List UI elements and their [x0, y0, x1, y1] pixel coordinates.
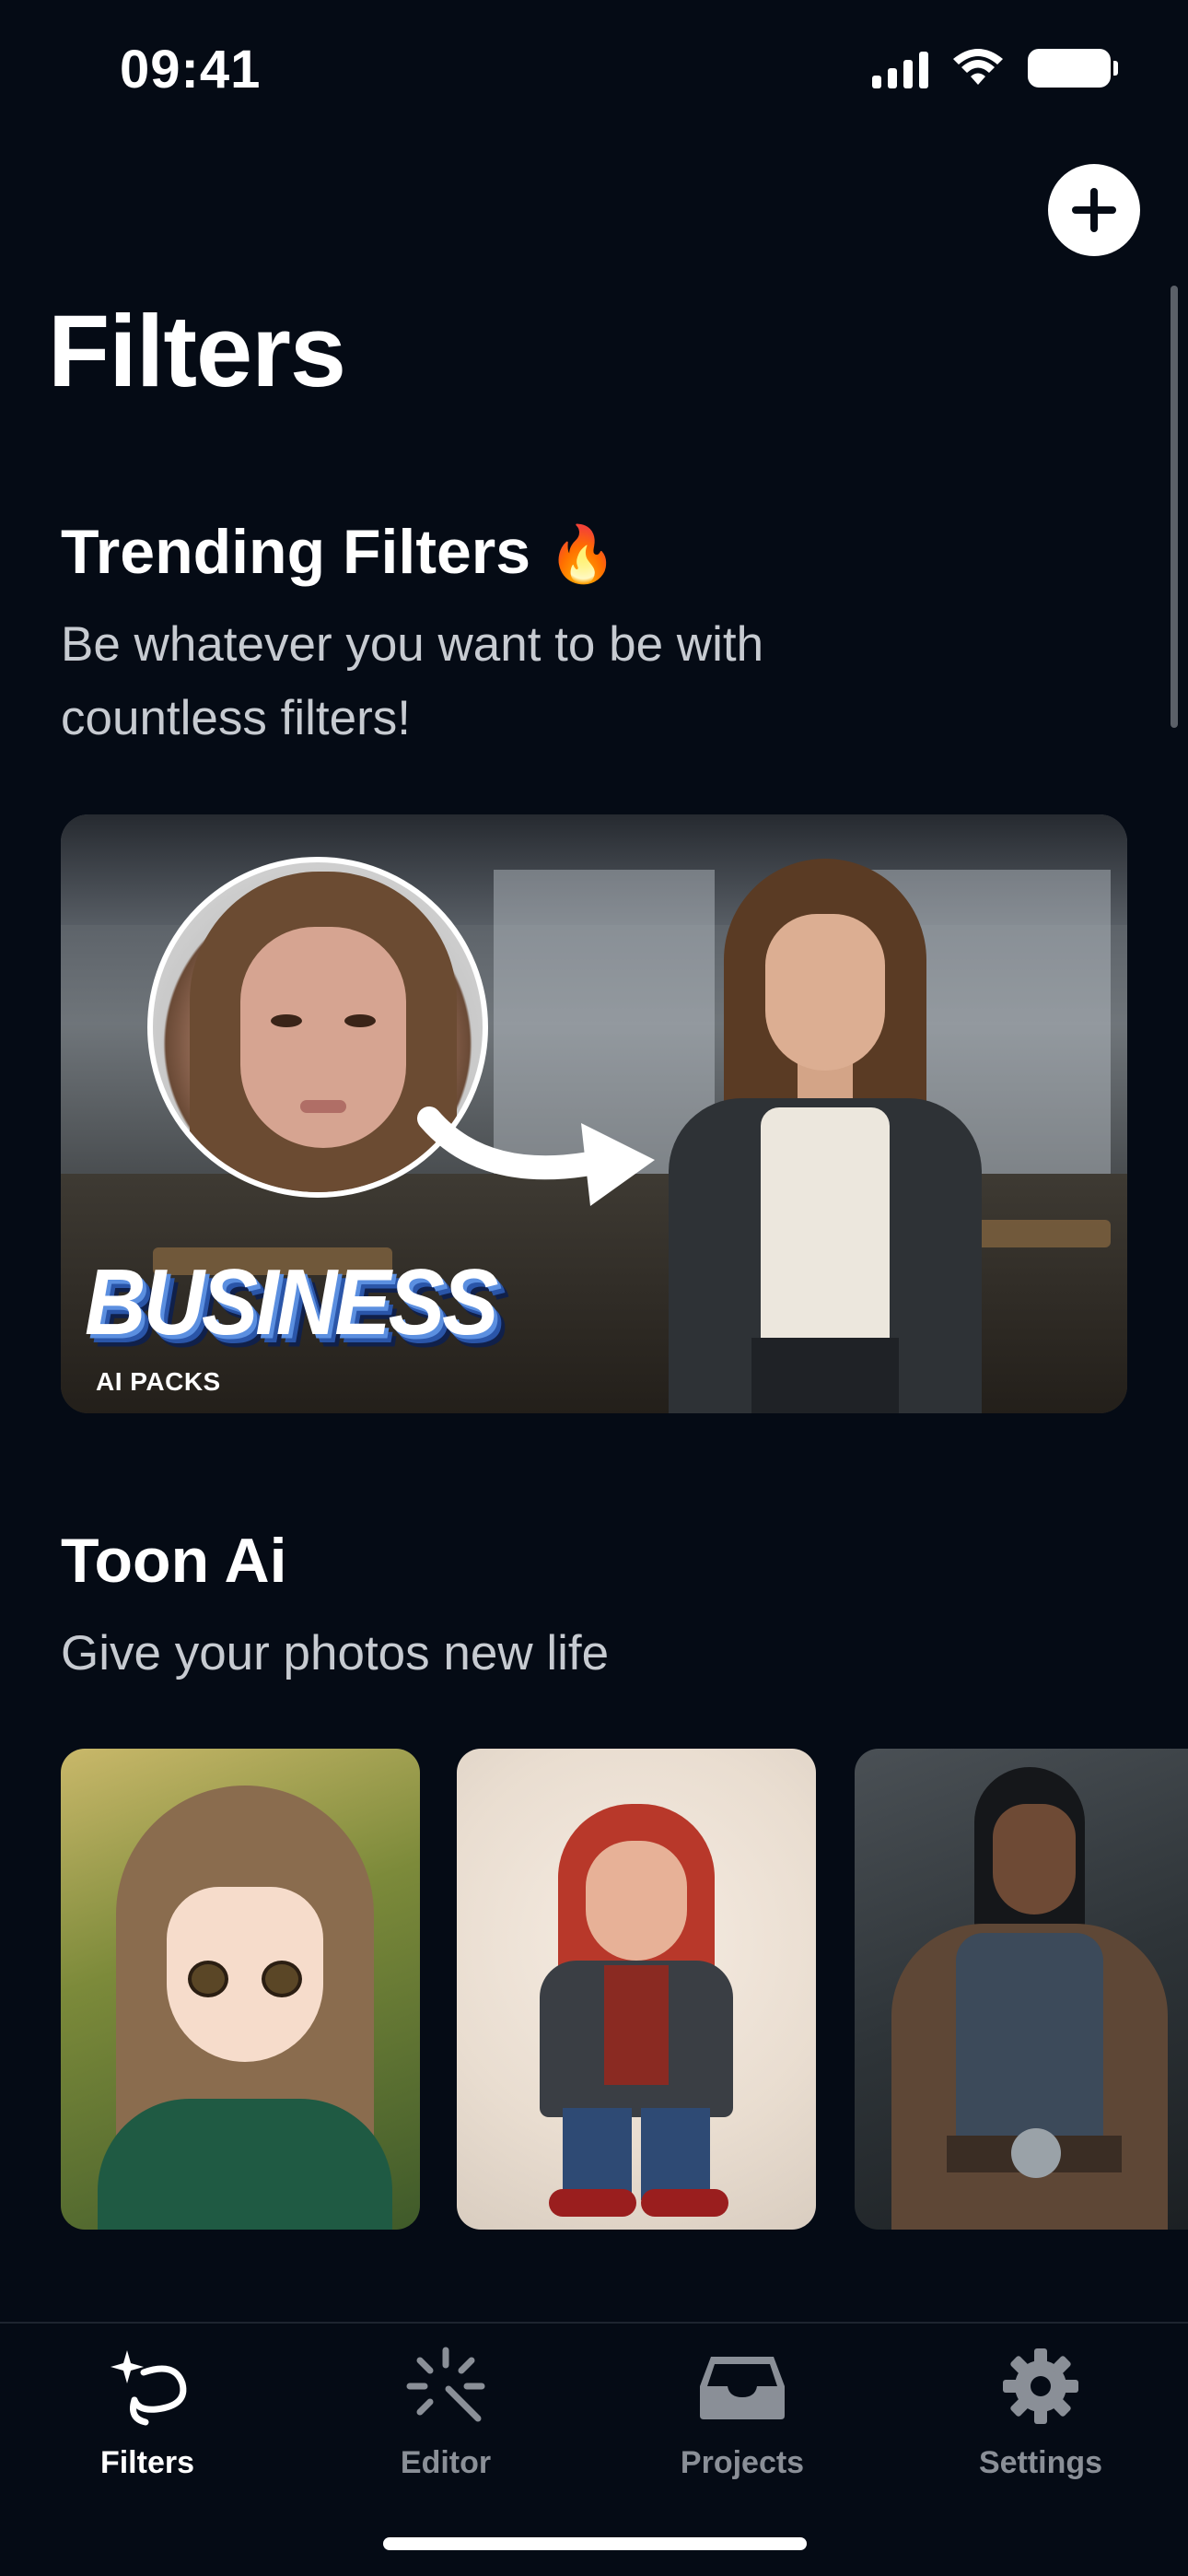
- filters-screen: 09:41 Filters Trending Filters 🔥 Be what…: [0, 0, 1188, 2576]
- after-photo-business-woman: [659, 859, 991, 1413]
- status-icons: [872, 48, 1118, 88]
- tab-settings-label: Settings: [978, 2445, 1103, 2480]
- status-time: 09:41: [120, 40, 262, 100]
- ai-packs-label: AI PACKS: [96, 1367, 221, 1396]
- toon-card-anime[interactable]: [61, 1749, 420, 2230]
- tab-projects-label: Projects: [680, 2445, 805, 2480]
- tab-editor[interactable]: Editor: [344, 2340, 547, 2481]
- add-button[interactable]: [1048, 164, 1140, 256]
- toon-section-title: Toon Ai: [61, 1526, 287, 1596]
- toon-section-subtitle: Give your photos new life: [61, 1626, 610, 1680]
- gear-icon: [1003, 2348, 1078, 2424]
- tab-filters-label: Filters: [99, 2445, 195, 2480]
- tab-filters[interactable]: Filters: [46, 2340, 249, 2481]
- business-logo-text: BUSINESS: [85, 1250, 498, 1355]
- trending-section-title: Trending Filters 🔥: [61, 516, 617, 588]
- trending-subtitle-line2: countless filters!: [61, 691, 411, 745]
- trending-subtitle-line1: Be whatever you want to be with: [61, 617, 764, 672]
- sparkle-lasso-icon: [111, 2350, 187, 2426]
- wifi-icon: [953, 49, 1003, 85]
- business-ai-pack-banner[interactable]: BUSINESS AI PACKS: [61, 814, 1127, 1413]
- toon-card-3d-figure[interactable]: [457, 1749, 816, 2230]
- magic-wand-icon: [406, 2347, 485, 2422]
- home-indicator[interactable]: [383, 2537, 807, 2550]
- trending-title-text: Trending Filters: [61, 517, 531, 587]
- battery-icon: [1028, 49, 1118, 88]
- transform-arrow-icon: [417, 1107, 655, 1206]
- plus-icon: [1072, 188, 1116, 232]
- toon-filter-carousel[interactable]: [61, 1749, 1188, 2230]
- tab-editor-label: Editor: [400, 2445, 492, 2480]
- cellular-signal-icon: [872, 48, 928, 88]
- trending-section-subtitle: Be whatever you want to be with countles…: [61, 608, 982, 755]
- tab-projects[interactable]: Projects: [641, 2340, 844, 2481]
- page-title: Filters: [48, 295, 346, 408]
- inbox-tray-icon: [700, 2357, 785, 2419]
- scroll-indicator[interactable]: [1171, 286, 1178, 728]
- fire-icon: 🔥: [547, 523, 617, 585]
- toon-card-warrior[interactable]: [855, 1749, 1188, 2230]
- tab-settings[interactable]: Settings: [939, 2340, 1142, 2481]
